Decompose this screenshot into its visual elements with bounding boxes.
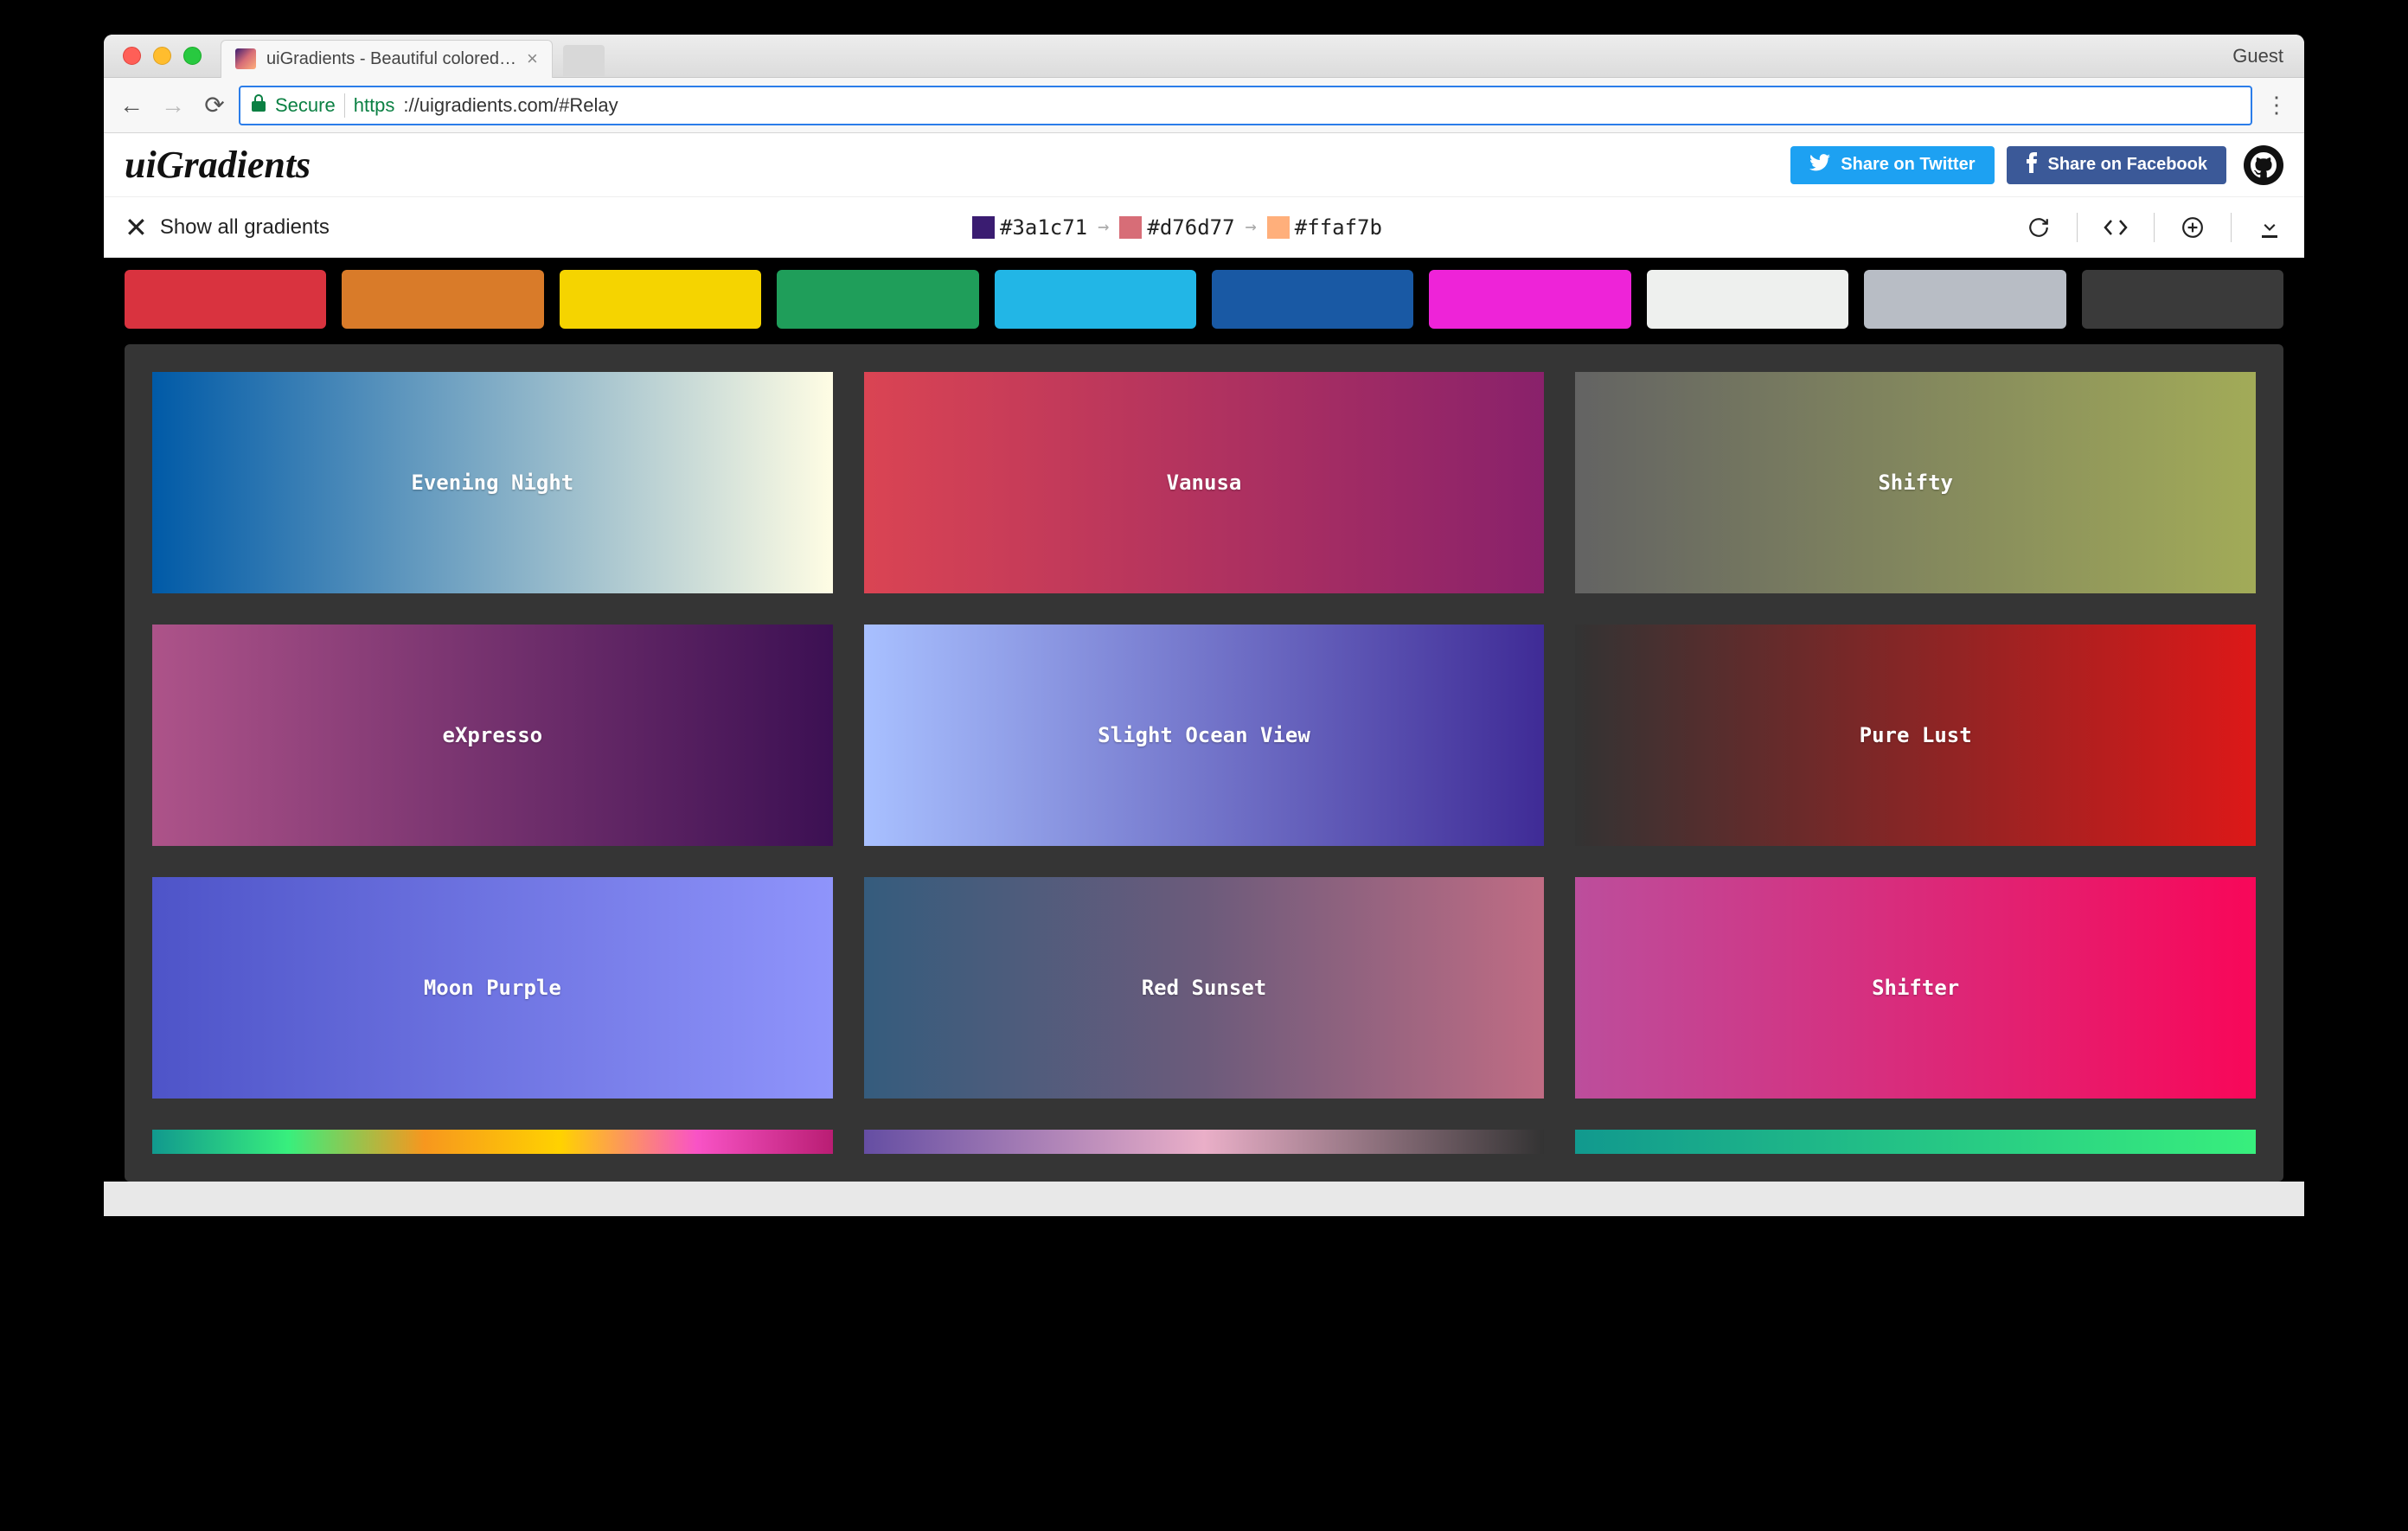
gradient-card[interactable]: Vanusa bbox=[864, 372, 1545, 593]
separator bbox=[2077, 213, 2078, 242]
gradient-card[interactable]: Moon Purple bbox=[152, 877, 833, 1099]
window-controls bbox=[104, 47, 221, 65]
content-area: Evening Night Vanusa Shifty eXpresso Slight … bbox=[104, 258, 2304, 1182]
color-filter-chip[interactable] bbox=[560, 270, 761, 329]
gradient-card[interactable]: Shifter bbox=[1575, 877, 2256, 1099]
logo[interactable]: uiGradients bbox=[125, 143, 311, 187]
subheader: ✕ Show all gradients #3a1c71 → #d76d77 →… bbox=[104, 197, 2304, 258]
maximize-window-button[interactable] bbox=[183, 47, 202, 65]
browser-tab[interactable]: uiGradients - Beautiful colored… × bbox=[221, 40, 553, 78]
share-facebook-label: Share on Facebook bbox=[2048, 155, 2208, 175]
subheader-actions bbox=[2025, 213, 2283, 242]
color-filter-row bbox=[104, 258, 2304, 344]
facebook-icon bbox=[2026, 152, 2038, 178]
gradient-card[interactable]: Evening Night bbox=[152, 372, 833, 593]
github-link[interactable] bbox=[2244, 145, 2283, 185]
color-swatch-1[interactable] bbox=[972, 216, 995, 239]
close-tab-icon[interactable]: × bbox=[527, 48, 538, 70]
gradient-name-label: Vanusa bbox=[1167, 471, 1242, 495]
arrow-icon: → bbox=[1098, 216, 1109, 238]
gradient-card[interactable]: Slight Ocean View bbox=[864, 625, 1545, 846]
gradients-pane: Evening Night Vanusa Shifty eXpresso Slight … bbox=[125, 344, 2283, 1182]
separator bbox=[344, 93, 345, 118]
color-swatch-2[interactable] bbox=[1119, 216, 1142, 239]
gradient-name-label: Pure Lust bbox=[1860, 723, 1972, 747]
profile-label[interactable]: Guest bbox=[2232, 45, 2304, 67]
share-twitter-label: Share on Twitter bbox=[1841, 155, 1975, 175]
hex-code-3[interactable]: #ffaf7b bbox=[1295, 215, 1382, 240]
gradient-card[interactable]: Red Sunset bbox=[864, 877, 1545, 1099]
gradient-card[interactable] bbox=[152, 1130, 833, 1154]
new-tab-button[interactable] bbox=[563, 45, 605, 76]
gradient-card[interactable] bbox=[1575, 1130, 2256, 1154]
gradient-card[interactable]: eXpresso bbox=[152, 625, 833, 846]
browser-titlebar: uiGradients - Beautiful colored… × Guest bbox=[104, 35, 2304, 78]
separator bbox=[2154, 213, 2155, 242]
share-twitter-button[interactable]: Share on Twitter bbox=[1790, 146, 1994, 184]
color-filter-chip[interactable] bbox=[995, 270, 1196, 329]
gradient-card[interactable]: Pure Lust bbox=[1575, 625, 2256, 846]
lock-icon bbox=[251, 94, 266, 117]
gradient-card[interactable] bbox=[864, 1130, 1545, 1154]
add-icon[interactable] bbox=[2179, 214, 2206, 241]
color-filter-chip[interactable] bbox=[1429, 270, 1630, 329]
gradients-grid: Evening Night Vanusa Shifty eXpresso Slight … bbox=[152, 372, 2256, 1154]
gradient-name-label: Evening Night bbox=[411, 471, 573, 495]
share-facebook-button[interactable]: Share on Facebook bbox=[2007, 146, 2227, 184]
forward-button[interactable]: → bbox=[156, 88, 190, 123]
reload-button[interactable]: ⟳ bbox=[197, 88, 232, 123]
app-header: uiGradients Share on Twitter Share on Fa… bbox=[104, 133, 2304, 197]
close-window-button[interactable] bbox=[123, 47, 141, 65]
color-filter-chip[interactable] bbox=[125, 270, 326, 329]
minimize-window-button[interactable] bbox=[153, 47, 171, 65]
gradient-name-label: Moon Purple bbox=[424, 976, 561, 1000]
gradient-name-label: Shifty bbox=[1878, 471, 1953, 495]
gradient-name-label: eXpresso bbox=[443, 723, 543, 747]
back-button[interactable]: ← bbox=[114, 88, 149, 123]
color-filter-chip[interactable] bbox=[1647, 270, 1848, 329]
secure-label: Secure bbox=[275, 94, 336, 117]
color-swatch-3[interactable] bbox=[1267, 216, 1290, 239]
color-filter-chip[interactable] bbox=[777, 270, 978, 329]
url-rest: ://uigradients.com/#Relay bbox=[403, 94, 618, 117]
browser-window: uiGradients - Beautiful colored… × Guest… bbox=[104, 35, 2304, 1216]
color-filter-chip[interactable] bbox=[1212, 270, 1413, 329]
close-panel-icon[interactable]: ✕ bbox=[125, 211, 148, 244]
tab-title: uiGradients - Beautiful colored… bbox=[266, 49, 516, 69]
separator bbox=[2231, 213, 2232, 242]
code-icon[interactable] bbox=[2102, 214, 2129, 241]
browser-toolbar: ← → ⟳ Secure https ://uigradients.com/#Re… bbox=[104, 78, 2304, 133]
url-protocol: https bbox=[354, 94, 395, 117]
browser-menu-button[interactable]: ⋮ bbox=[2259, 88, 2294, 123]
gradient-card[interactable]: Shifty bbox=[1575, 372, 2256, 593]
hex-code-2[interactable]: #d76d77 bbox=[1147, 215, 1234, 240]
address-bar[interactable]: Secure https ://uigradients.com/#Relay bbox=[239, 86, 2252, 125]
current-gradient-colors: #3a1c71 → #d76d77 → #ffaf7b bbox=[330, 215, 2025, 240]
show-all-gradients-link[interactable]: Show all gradients bbox=[160, 215, 330, 240]
arrow-icon: → bbox=[1246, 216, 1257, 238]
favicon-icon bbox=[235, 48, 256, 69]
gradient-name-label: Slight Ocean View bbox=[1098, 723, 1310, 747]
color-filter-chip[interactable] bbox=[342, 270, 543, 329]
gradient-name-label: Red Sunset bbox=[1142, 976, 1267, 1000]
download-icon[interactable] bbox=[2256, 214, 2283, 241]
hex-code-1[interactable]: #3a1c71 bbox=[1000, 215, 1087, 240]
rotate-icon[interactable] bbox=[2025, 214, 2053, 241]
color-filter-chip[interactable] bbox=[2082, 270, 2283, 329]
github-icon bbox=[2251, 152, 2277, 178]
twitter-icon bbox=[1809, 154, 1830, 176]
color-filter-chip[interactable] bbox=[1864, 270, 2065, 329]
gradient-name-label: Shifter bbox=[1872, 976, 1959, 1000]
